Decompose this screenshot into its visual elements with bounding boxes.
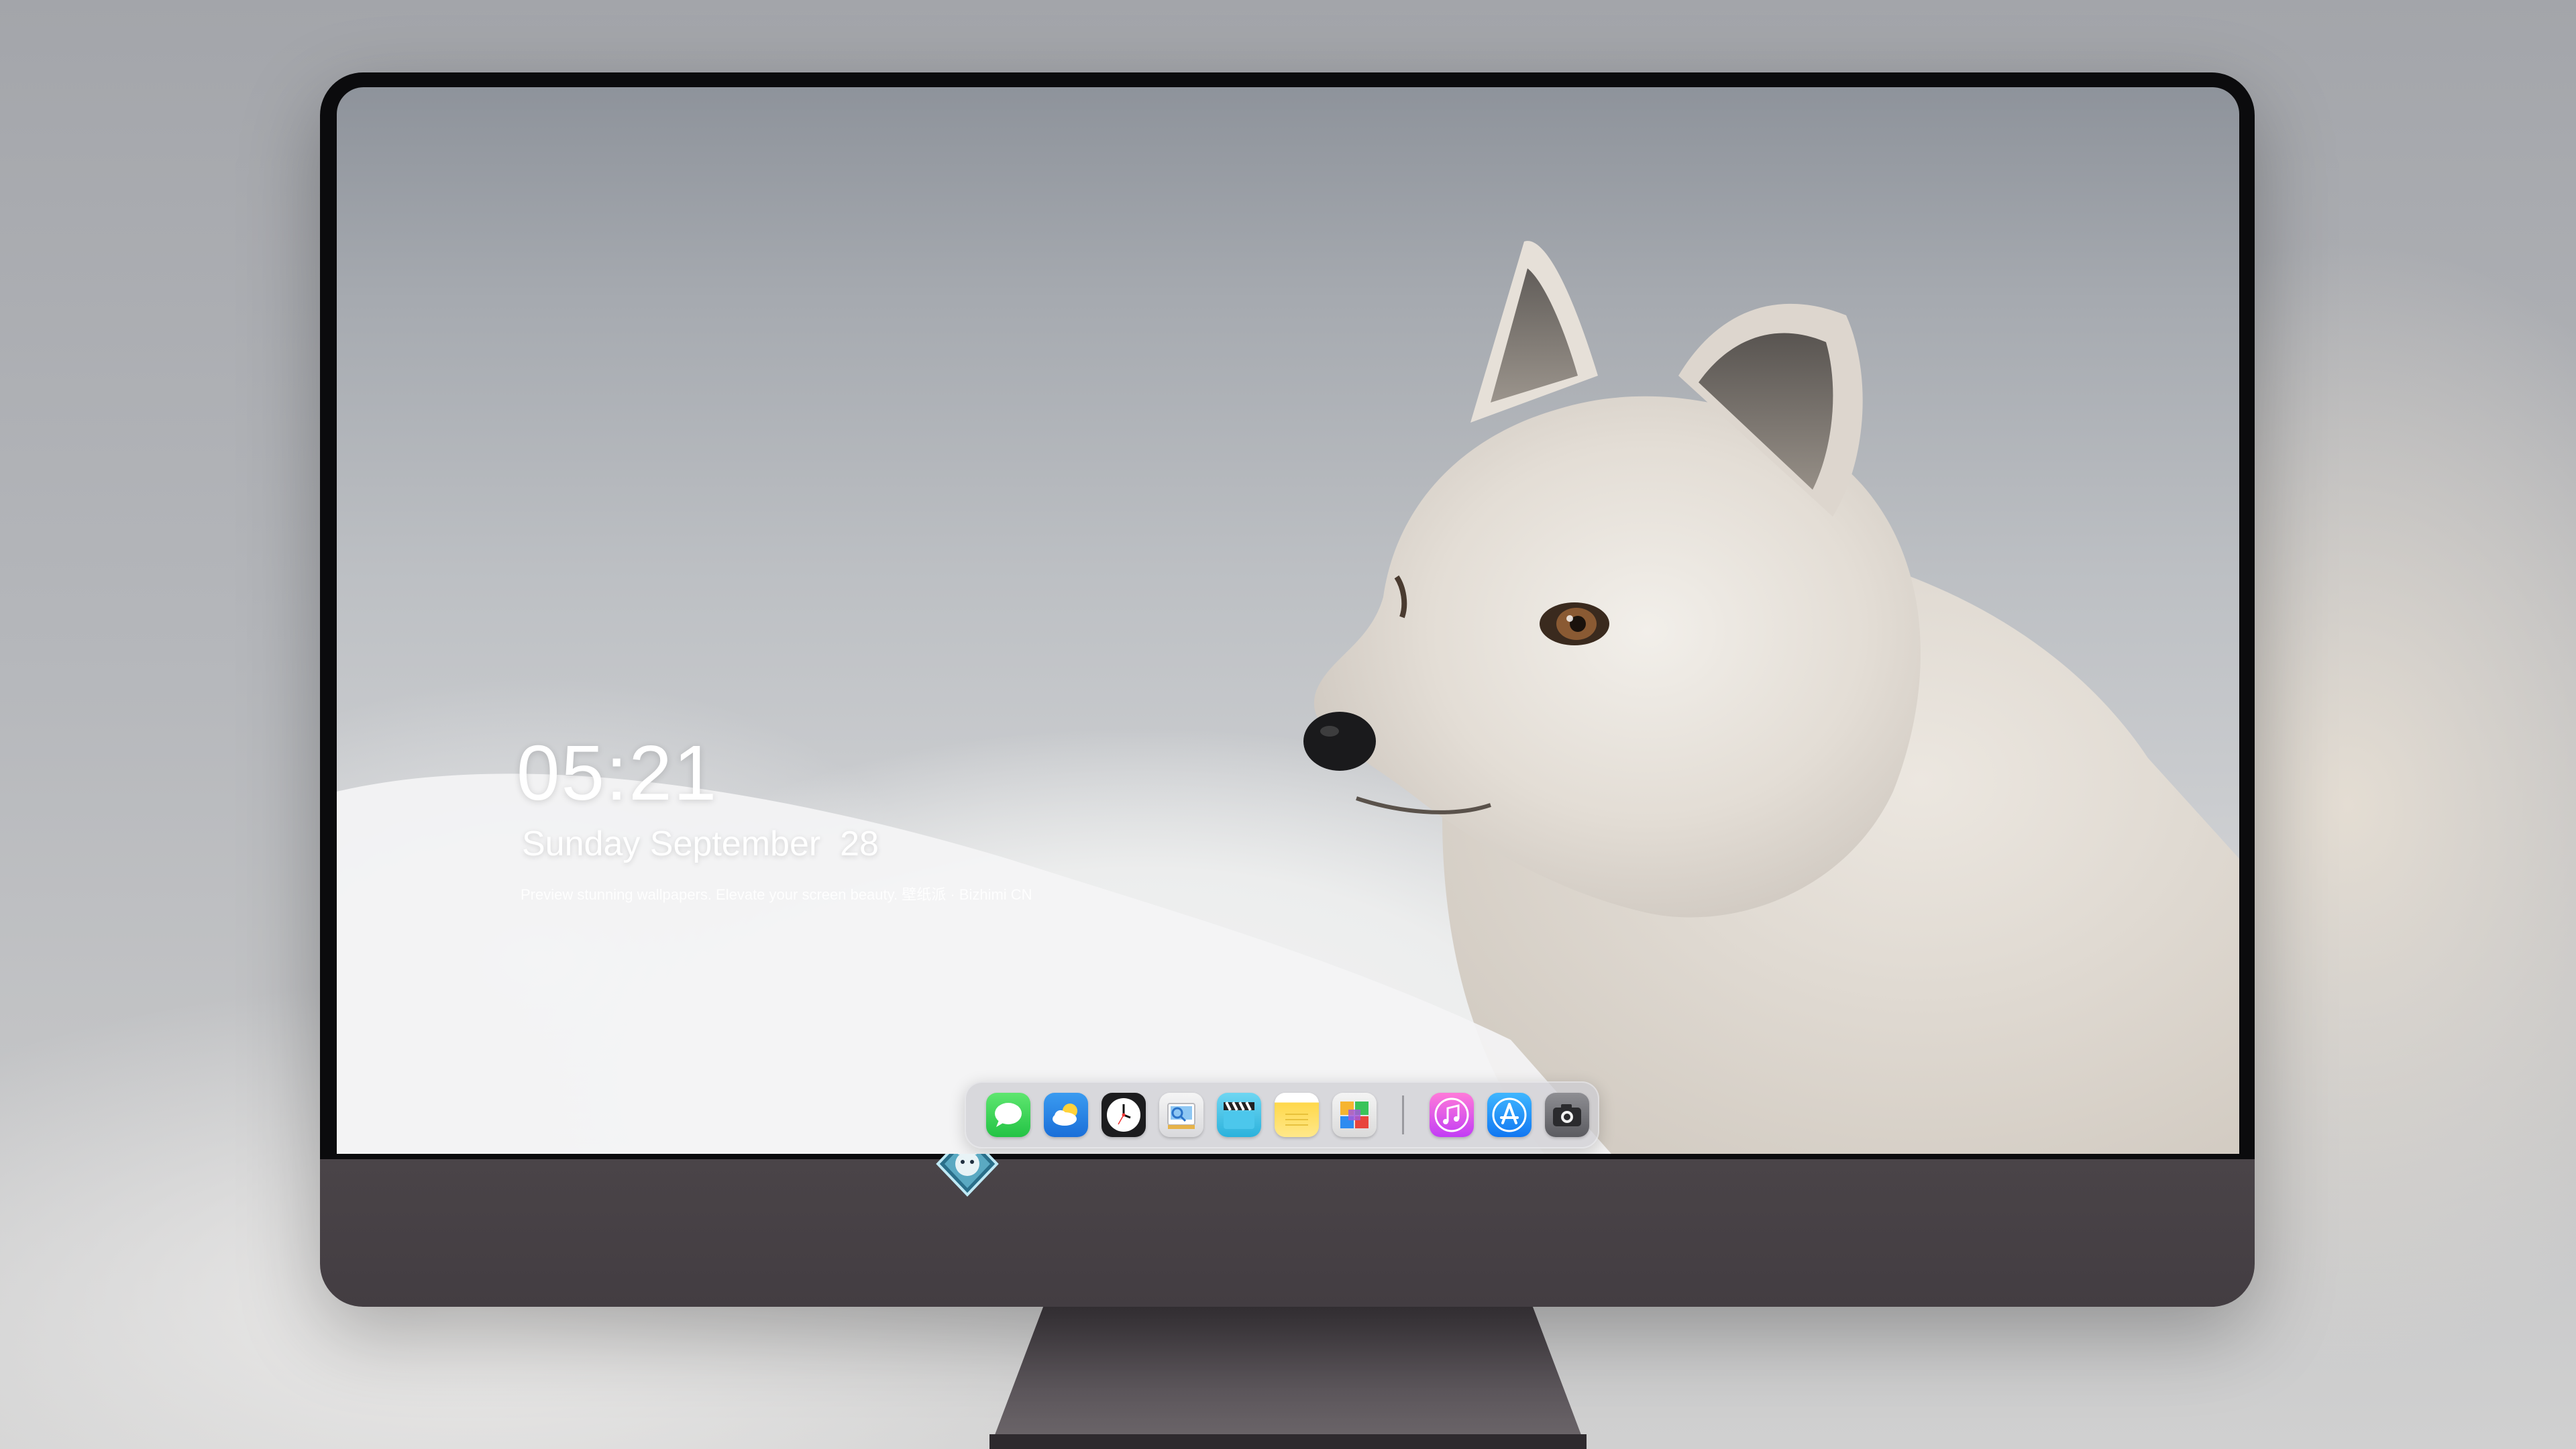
dock	[965, 1081, 1599, 1148]
messages-icon[interactable]	[986, 1093, 1030, 1137]
photos-icon[interactable]	[1332, 1093, 1377, 1137]
camera-icon[interactable]	[1545, 1093, 1589, 1137]
preview-icon[interactable]	[1159, 1093, 1203, 1137]
dock-separator	[1402, 1095, 1404, 1134]
clock-icon[interactable]	[1102, 1093, 1146, 1137]
monitor-stand-foot	[989, 1434, 1587, 1449]
monitor-stand	[989, 1307, 1587, 1449]
lock-screen-time: 05:21	[517, 729, 718, 816]
weather-icon[interactable]	[1044, 1093, 1088, 1137]
music-icon[interactable]	[1430, 1093, 1474, 1137]
arctic-fox-wallpaper-image	[337, 241, 2239, 1154]
notes-icon[interactable]	[1275, 1093, 1319, 1137]
lock-screen-date: Sunday September 28	[522, 824, 879, 863]
wallpaper-tagline: Preview stunning wallpapers. Elevate you…	[521, 886, 1032, 903]
app-store-icon[interactable]	[1487, 1093, 1532, 1137]
clips-icon[interactable]	[1217, 1093, 1261, 1137]
screen-wallpaper: 05:21 Sunday September 28 Preview stunni…	[337, 87, 2239, 1154]
monitor-chin	[320, 1159, 2255, 1307]
